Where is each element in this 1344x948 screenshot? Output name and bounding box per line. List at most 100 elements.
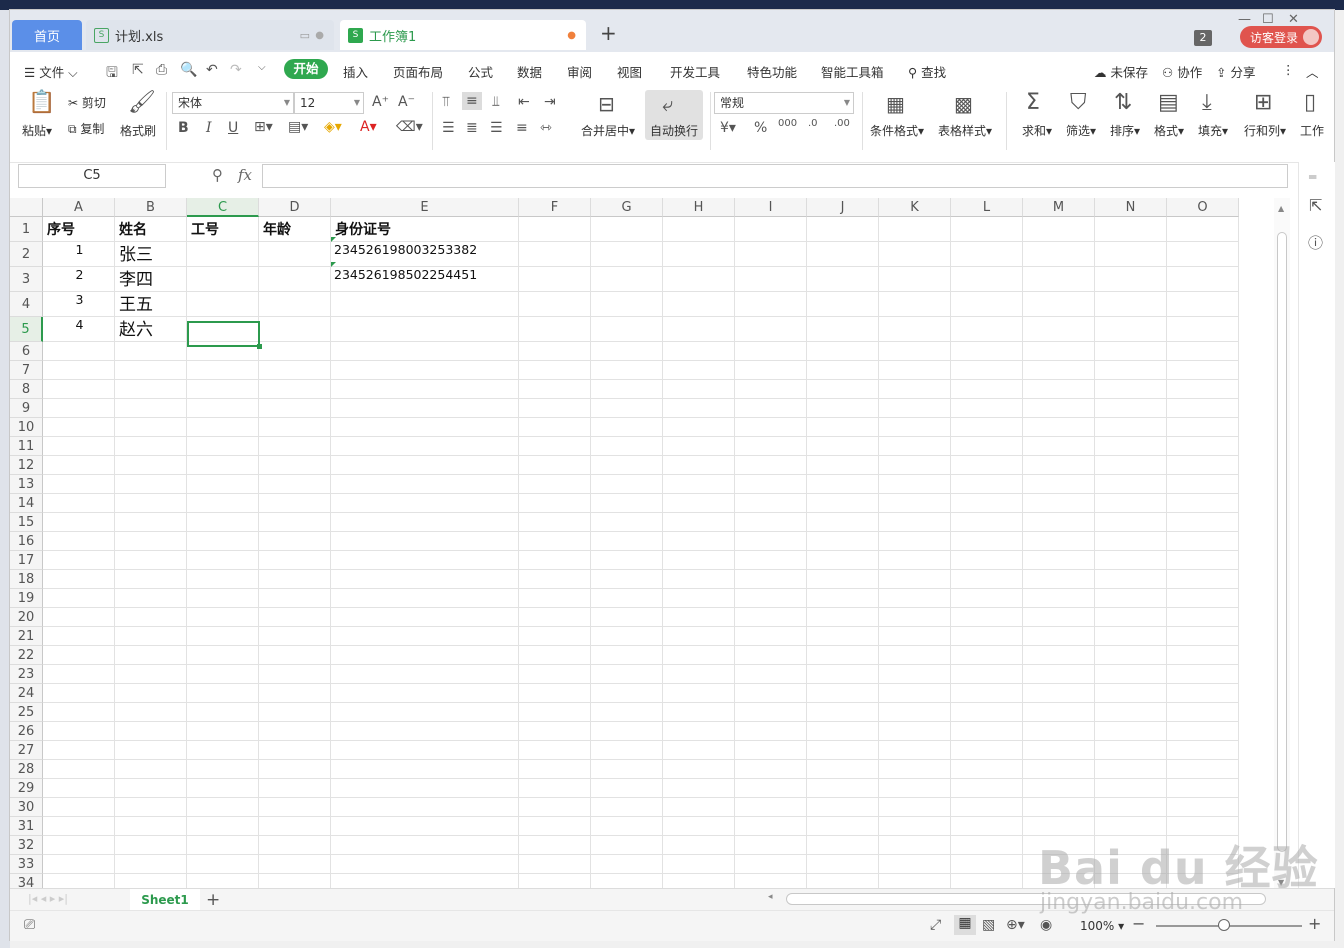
row-header-12[interactable]: 12 [10,456,43,475]
cut-button[interactable]: ✂ 剪切 [68,94,106,111]
print-preview-icon[interactable]: 🔍 [180,62,197,78]
scroll-up-icon[interactable]: ▲ [1278,204,1284,213]
row-header-9[interactable]: 9 [10,399,43,418]
italic-icon[interactable]: I [206,120,212,136]
decrease-decimal-icon[interactable]: .00 [834,118,850,129]
export-icon[interactable]: ⇱ [132,62,144,78]
align-top-icon[interactable]: ⫪ [442,94,450,110]
col-header-A[interactable]: A [43,198,115,217]
formula-input[interactable] [262,164,1288,188]
macro-record-icon[interactable]: ⎚ [24,917,35,933]
tab-home[interactable]: 首页 [12,20,82,50]
fill-handle[interactable] [257,344,262,349]
maximize-icon[interactable]: ☐ [1262,12,1274,27]
justify-icon[interactable]: ≡ [516,120,528,136]
fx-icon[interactable]: fx [238,166,252,184]
font-name-select[interactable]: 宋体 ▼ [172,92,294,114]
name-box[interactable]: C5 [18,164,166,188]
menu-page-layout[interactable]: 页面布局 [393,62,443,81]
cell-fill-pattern-icon[interactable]: ▤▾ [288,119,308,135]
normal-view-icon[interactable]: ▦ [954,915,976,935]
panel-grip-icon[interactable]: ═ [1309,170,1316,184]
unsaved-status[interactable]: ☁ 未保存 [1094,62,1148,81]
page-break-view-icon[interactable]: ▧ [982,917,995,933]
row-header-3[interactable]: 3 [10,267,43,292]
menu-insert[interactable]: 插入 [343,62,368,81]
zoom-slider-knob[interactable] [1218,919,1230,931]
cell-B3[interactable]: 李四 [119,265,153,290]
font-grow-icon[interactable]: A⁺ [372,94,389,110]
row-header-15[interactable]: 15 [10,513,43,532]
border-icon[interactable]: ⊞▾ [254,119,273,135]
col-header-H[interactable]: H [663,198,735,217]
cell-E2[interactable]: 234526198003253382 [334,242,477,257]
row-header-5[interactable]: 5 [10,317,43,342]
row-header-28[interactable]: 28 [10,760,43,779]
currency-icon[interactable]: ¥▾ [720,120,736,136]
merge-center-button[interactable]: 合并居中▾ [581,122,635,139]
row-col-button[interactable]: 行和列▾ [1244,122,1286,139]
share-button[interactable]: ⇪ 分享 [1216,62,1255,81]
customize-icon[interactable]: ⌵ [258,62,266,73]
menu-smart-tools[interactable]: 智能工具箱 [821,62,884,81]
cell-A3[interactable]: 2 [44,267,115,282]
row-header-7[interactable]: 7 [10,361,43,380]
col-header-I[interactable]: I [735,198,807,217]
row-header-25[interactable]: 25 [10,703,43,722]
zoom-level[interactable]: 100% ▾ [1080,919,1124,933]
menu-search[interactable]: ⚲ 查找 [908,62,946,81]
col-header-D[interactable]: D [259,198,331,217]
sheet-nav-icons[interactable]: |◂ ◂ ▸ ▸| [28,892,68,905]
col-header-K[interactable]: K [879,198,951,217]
row-header-32[interactable]: 32 [10,836,43,855]
worksheet-button[interactable]: 工作 [1300,122,1324,139]
menu-file[interactable]: ☰ 文件 ⌵ [24,62,78,81]
worksheet-icon[interactable]: ▯ [1304,90,1316,115]
cell-D1[interactable]: 年龄 [263,219,291,239]
more-icon[interactable]: ⋮ [1282,62,1295,77]
row-header-19[interactable]: 19 [10,589,43,608]
format-button[interactable]: 格式▾ [1154,122,1184,139]
table-style-button[interactable]: 表格样式▾ [938,122,992,139]
tab-workbook1[interactable]: S 工作簿1 ● [340,20,586,50]
sum-button[interactable]: 求和▾ [1022,122,1052,139]
row-header-21[interactable]: 21 [10,627,43,646]
eraser-icon[interactable]: ⌫▾ [396,119,423,135]
row-header-8[interactable]: 8 [10,380,43,399]
sum-icon[interactable]: Σ [1026,90,1040,115]
row-header-18[interactable]: 18 [10,570,43,589]
cell-C1[interactable]: 工号 [191,219,219,239]
align-center-icon[interactable]: ≣ [466,120,478,136]
filter-button[interactable]: 筛选▾ [1066,122,1096,139]
row-header-22[interactable]: 22 [10,646,43,665]
zoom-glass-icon[interactable]: ⚲ [212,166,223,184]
select-cursor-icon[interactable]: ⇱ [1309,196,1322,215]
thousands-icon[interactable]: 000 [778,118,797,129]
add-sheet-icon[interactable]: + [206,890,220,910]
align-right-icon[interactable]: ☰ [490,120,503,136]
cell-A5[interactable]: 4 [44,317,115,332]
row-header-10[interactable]: 10 [10,418,43,437]
align-left-icon[interactable]: ☰ [442,120,455,136]
menu-data[interactable]: 数据 [517,62,542,81]
row-header-29[interactable]: 29 [10,779,43,798]
col-header-C[interactable]: C [187,198,259,217]
undo-icon[interactable]: ↶ [206,62,218,78]
collapse-ribbon-icon[interactable]: ︿ [1306,62,1319,81]
paste-icon[interactable]: 📋 [28,90,55,115]
col-header-M[interactable]: M [1023,198,1095,217]
row-col-icon[interactable]: ⊞ [1254,90,1272,115]
fill-color-icon[interactable]: ◈▾ [324,119,342,135]
row-header-27[interactable]: 27 [10,741,43,760]
col-header-L[interactable]: L [951,198,1023,217]
font-size-select[interactable]: 12 ▼ [294,92,364,114]
col-header-E[interactable]: E [331,198,519,217]
menu-start[interactable]: 开始 [284,59,328,79]
cell-B2[interactable]: 张三 [119,240,153,265]
filter-icon[interactable]: ⛉ [1070,90,1087,115]
new-tab-icon[interactable]: + [600,23,617,43]
row-header-17[interactable]: 17 [10,551,43,570]
conditional-format-button[interactable]: 条件格式▾ [870,122,924,139]
number-format-select[interactable]: 常规 ▼ [714,92,854,114]
cell-A1[interactable]: 序号 [47,219,75,239]
